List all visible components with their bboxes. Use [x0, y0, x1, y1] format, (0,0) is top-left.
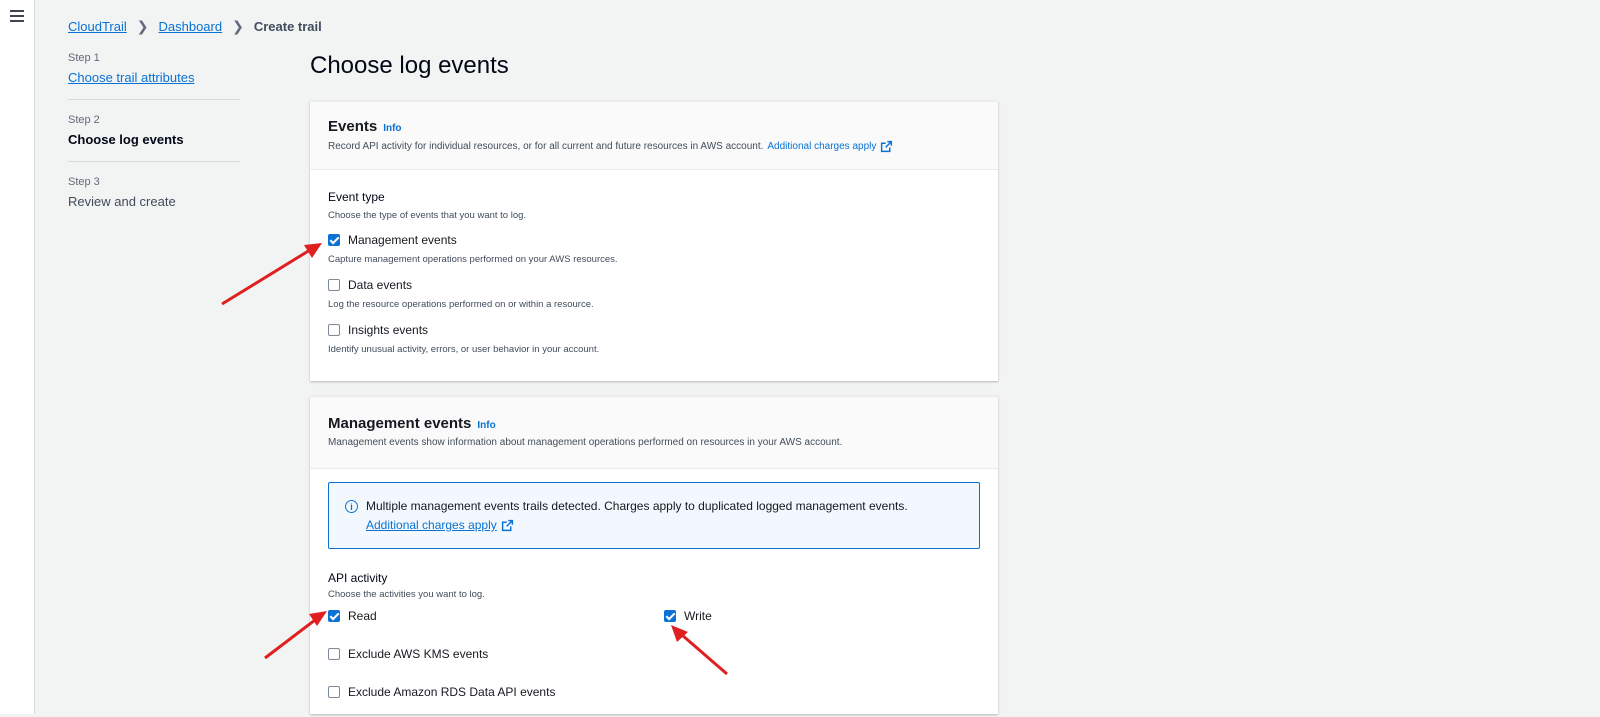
breadcrumb: CloudTrail ❯ Dashboard ❯ Create trail [68, 18, 322, 35]
exclude-rds-checkbox[interactable] [328, 686, 340, 698]
breadcrumb-cloudtrail[interactable]: CloudTrail [68, 19, 127, 34]
event-type-label: Event type [328, 190, 385, 204]
write-label: Write [684, 609, 712, 623]
management-card-header: Management events Info Management events… [310, 397, 998, 469]
step-2-title: Choose log events [68, 132, 184, 147]
exclude-kms-label: Exclude AWS KMS events [348, 647, 489, 661]
api-activity-label: API activity [328, 571, 388, 585]
step-2: Step 2 Choose log events [68, 114, 240, 162]
management-card-description: Management events show information about… [328, 437, 843, 448]
insights-events-option: Insights events Identify unusual activit… [328, 323, 980, 355]
write-checkbox[interactable] [664, 610, 676, 622]
data-events-checkbox[interactable] [328, 279, 340, 291]
step-1-link[interactable]: Choose trail attributes [68, 70, 240, 85]
step-number: Step 1 [68, 52, 100, 64]
left-navigation-bar [0, 0, 35, 714]
step-3-title: Review and create [68, 194, 176, 209]
external-link-icon [881, 140, 893, 153]
management-events-checkbox[interactable] [328, 234, 340, 246]
external-link-icon [501, 519, 513, 531]
chevron-right-icon: ❯ [136, 18, 149, 34]
api-activity-options: Read Write [328, 609, 980, 623]
arrow-icon [221, 243, 322, 306]
data-events-option: Data events Log the resource operations … [328, 278, 980, 310]
management-events-card: Management events Info Management events… [310, 396, 998, 714]
exclude-kms-checkbox[interactable] [328, 648, 340, 660]
insights-events-description: Identify unusual activity, errors, or us… [328, 344, 600, 355]
management-events-option: Management events Capture management ope… [328, 233, 980, 265]
insights-events-label: Insights events [348, 323, 429, 337]
page-title: Choose log events [310, 52, 509, 79]
additional-charges-link[interactable]: Additional charges apply [767, 141, 876, 152]
wizard-steps: Step 1 Choose trail attributes Step 2 Ch… [68, 52, 240, 237]
info-icon: i [345, 500, 358, 513]
events-info-link[interactable]: Info [383, 123, 401, 134]
event-type-description: Choose the type of events that you want … [328, 210, 527, 221]
api-activity-description: Choose the activities you want to log. [328, 589, 485, 600]
events-card-description: Record API activity for individual resou… [328, 141, 764, 152]
step-3: Step 3 Review and create [68, 176, 240, 223]
read-checkbox[interactable] [328, 610, 340, 622]
breadcrumb-current: Create trail [253, 19, 322, 34]
menu-icon[interactable] [10, 10, 24, 24]
exclude-rds-label: Exclude Amazon RDS Data API events [348, 685, 556, 699]
step-1: Step 1 Choose trail attributes [68, 52, 240, 100]
info-alert: i Multiple management events trails dete… [328, 482, 980, 549]
insights-events-checkbox[interactable] [328, 324, 340, 336]
step-number: Step 3 [68, 176, 100, 188]
events-card: Events Info Record API activity for indi… [310, 101, 998, 381]
step-number: Step 2 [68, 114, 100, 126]
data-events-label: Data events [348, 278, 413, 292]
management-info-link[interactable]: Info [477, 420, 495, 431]
data-events-description: Log the resource operations performed on… [328, 299, 594, 310]
alert-additional-charges-link[interactable]: Additional charges apply [366, 518, 497, 532]
read-label: Read [348, 609, 377, 623]
management-card-title: Management events [328, 415, 472, 432]
management-events-description: Capture management operations performed … [328, 254, 618, 265]
management-events-label: Management events [348, 233, 457, 247]
breadcrumb-dashboard[interactable]: Dashboard [159, 19, 223, 34]
alert-text: Multiple management events trails detect… [366, 499, 908, 513]
events-card-header: Events Info Record API activity for indi… [310, 102, 998, 170]
events-card-title: Events [328, 118, 378, 135]
chevron-right-icon: ❯ [232, 18, 244, 34]
